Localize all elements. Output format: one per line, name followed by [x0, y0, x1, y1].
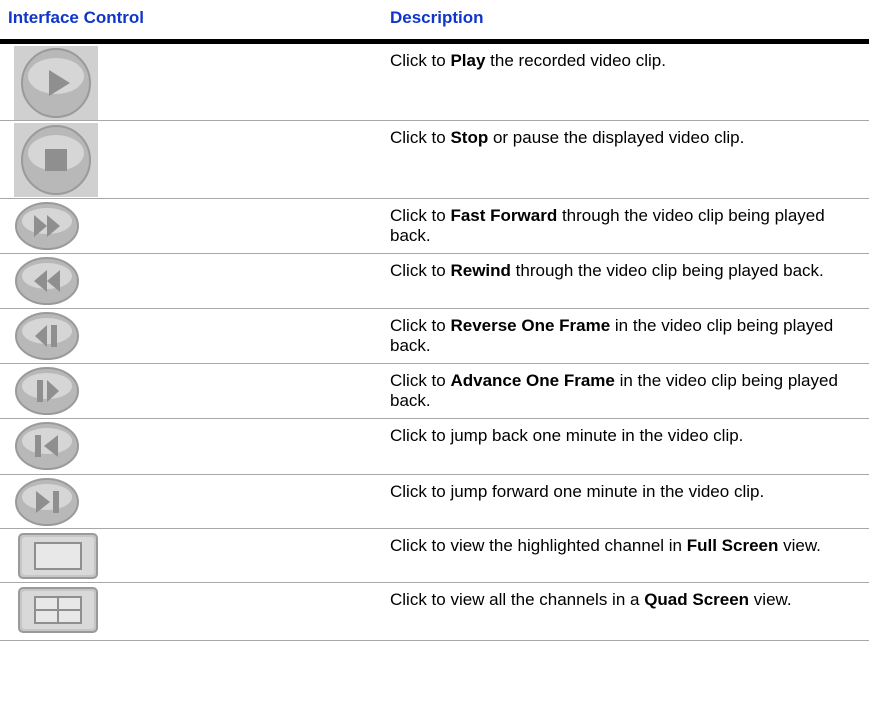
- stop-icon: [14, 123, 98, 197]
- row-description: Click to jump forward one minute in the …: [390, 482, 860, 502]
- table-row: Click to Advance One Frame in the video …: [0, 364, 869, 419]
- desc-bold: Fast Forward: [450, 206, 558, 225]
- row-description: Click to jump back one minute in the vid…: [390, 426, 860, 446]
- row-description: Click to Reverse One Frame in the video …: [390, 316, 860, 356]
- interface-control-table: Interface Control Description Click to P…: [0, 0, 869, 705]
- row-description: Click to Advance One Frame in the video …: [390, 371, 860, 411]
- play-icon: [14, 46, 98, 120]
- row-description: Click to Stop or pause the displayed vid…: [390, 128, 860, 148]
- header-description: Description: [390, 8, 484, 27]
- desc-text: Click to: [390, 316, 451, 335]
- row-description: Click to view all the channels in a Quad…: [390, 590, 860, 610]
- table-row: Click to Play the recorded video clip.: [0, 44, 869, 121]
- desc-bold: Advance One Frame: [450, 371, 615, 390]
- table-header: Interface Control Description: [0, 0, 869, 44]
- desc-bold: Reverse One Frame: [450, 316, 611, 335]
- desc-text: the recorded video clip.: [485, 51, 666, 70]
- desc-text: Click to: [390, 206, 451, 225]
- table-row: Click to view the highlighted channel in…: [0, 529, 869, 583]
- desc-text: view.: [778, 536, 821, 555]
- desc-bold: Full Screen: [686, 536, 779, 555]
- desc-text: Click to: [390, 51, 451, 70]
- table-row: Click to Rewind through the video clip b…: [0, 254, 869, 309]
- row-description: Click to Fast Forward through the video …: [390, 206, 860, 246]
- fast-forward-icon: [14, 201, 80, 251]
- desc-bold: Rewind: [450, 261, 511, 280]
- advance-frame-icon: [14, 366, 80, 416]
- full-screen-icon: [18, 533, 98, 579]
- row-description: Click to Play the recorded video clip.: [390, 51, 860, 71]
- desc-text: Click to jump back one minute in the vid…: [390, 426, 744, 445]
- rewind-icon: [14, 256, 80, 306]
- desc-text: or pause the displayed video clip.: [488, 128, 745, 147]
- desc-text: Click to view all the channels in a: [390, 590, 645, 609]
- desc-bold: Stop: [450, 128, 489, 147]
- quad-screen-icon: [18, 587, 98, 633]
- reverse-frame-icon: [14, 311, 80, 361]
- row-description: Click to Rewind through the video clip b…: [390, 261, 860, 281]
- skip-back-icon: [14, 421, 80, 471]
- table-row: Click to Stop or pause the displayed vid…: [0, 121, 869, 199]
- row-description: Click to view the highlighted channel in…: [390, 536, 860, 556]
- table-row: Click to Fast Forward through the video …: [0, 199, 869, 254]
- table-row: Click to jump forward one minute in the …: [0, 475, 869, 529]
- skip-forward-icon: [14, 477, 80, 527]
- table-row: Click to Reverse One Frame in the video …: [0, 309, 869, 364]
- desc-bold: Quad Screen: [644, 590, 750, 609]
- table-row: Click to view all the channels in a Quad…: [0, 583, 869, 641]
- desc-text: Click to: [390, 261, 451, 280]
- desc-text: Click to jump forward one minute in the …: [390, 482, 765, 501]
- desc-bold: Play: [450, 51, 486, 70]
- desc-text: view.: [749, 590, 792, 609]
- desc-text: Click to: [390, 128, 451, 147]
- header-interface-control: Interface Control: [8, 8, 145, 27]
- table-row: Click to jump back one minute in the vid…: [0, 419, 869, 475]
- desc-text: Click to view the highlighted channel in: [390, 536, 687, 555]
- desc-text: through the video clip being played back…: [510, 261, 824, 280]
- desc-text: Click to: [390, 371, 451, 390]
